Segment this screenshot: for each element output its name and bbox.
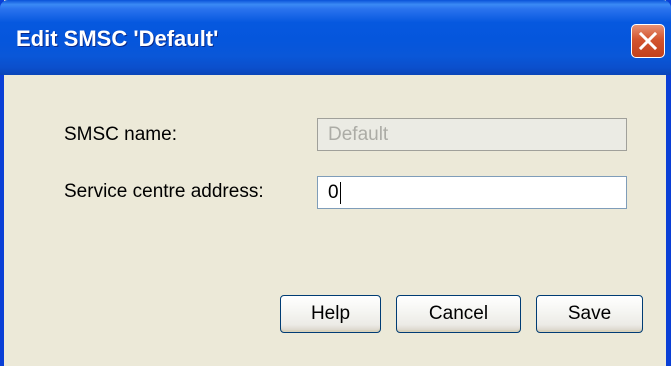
title-bar[interactable]: Edit SMSC 'Default' — [0, 0, 671, 75]
smsc-name-label: SMSC name: — [64, 124, 177, 145]
smsc-name-value: Default — [328, 124, 389, 145]
service-centre-address-value: 0 — [328, 182, 339, 203]
text-cursor — [339, 181, 341, 204]
save-button-label: Save — [567, 303, 612, 324]
save-button[interactable]: Save — [536, 295, 643, 333]
edit-smsc-dialog: Edit SMSC 'Default' SMSC name: Default S… — [0, 0, 671, 366]
close-icon — [638, 31, 658, 51]
cancel-button[interactable]: Cancel — [396, 295, 521, 333]
service-centre-address-input[interactable]: 0 — [317, 176, 627, 209]
help-button-label: Help — [310, 303, 351, 324]
help-button[interactable]: Help — [280, 295, 381, 333]
service-centre-address-label: Service centre address: — [64, 181, 264, 202]
window-title: Edit SMSC 'Default' — [16, 26, 219, 51]
cancel-button-label: Cancel — [428, 303, 489, 324]
close-button[interactable] — [631, 24, 665, 58]
smsc-name-field: Default — [317, 118, 627, 151]
